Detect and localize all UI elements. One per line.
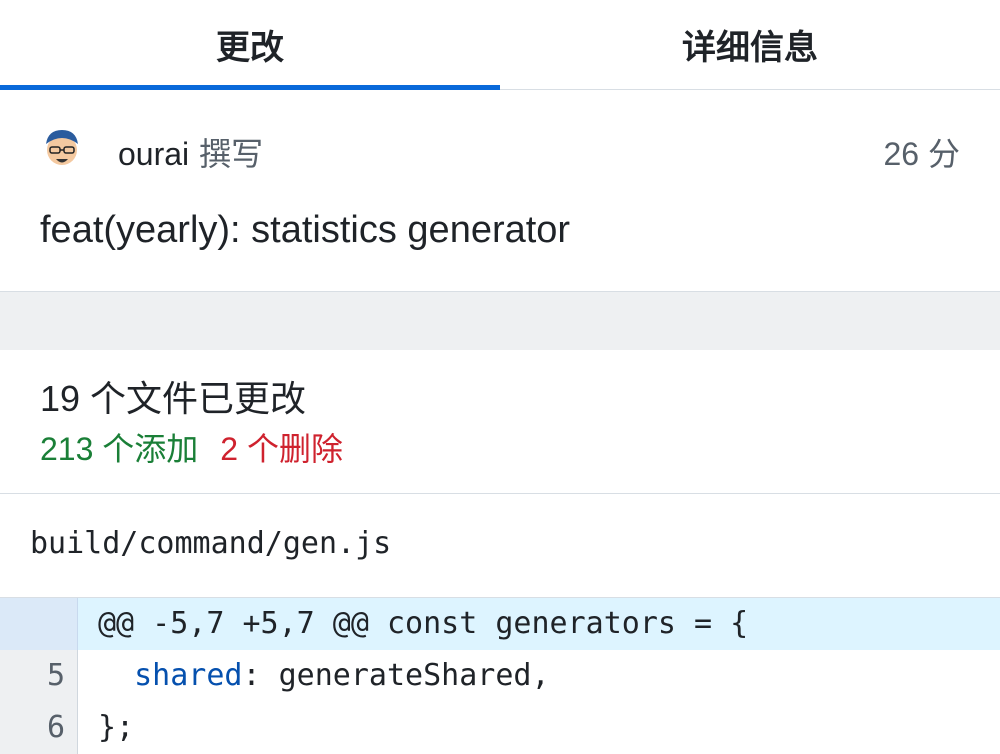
- line-code: shared: generateShared,: [78, 650, 1000, 702]
- commit-author-line: ourai 撰写: [118, 134, 263, 174]
- line-number-gutter: [0, 598, 78, 650]
- files-changed-count: 19 个文件已更改: [40, 378, 307, 419]
- line-number[interactable]: 6: [0, 702, 78, 754]
- code-key: shared: [134, 658, 243, 693]
- deletions-count: 2 个删除: [220, 431, 343, 467]
- hunk-header-text: @@ -5,7 +5,7 @@ const generators = {: [78, 598, 1000, 650]
- line-number[interactable]: 5: [0, 650, 78, 702]
- file-header[interactable]: build/command/gen.js: [0, 494, 1000, 598]
- commit-time: 26 分: [883, 136, 961, 172]
- code-text: };: [98, 710, 135, 745]
- commit-header: ourai 撰写 26 分 feat(yearly): statistics ge…: [0, 90, 1000, 292]
- file-path[interactable]: build/command/gen.js: [30, 524, 391, 564]
- commit-author[interactable]: ourai: [118, 136, 189, 172]
- changes-summary: 19 个文件已更改 213 个添加 2 个删除: [0, 350, 1000, 494]
- tab-changes[interactable]: 更改: [0, 0, 500, 90]
- section-divider: [0, 292, 1000, 350]
- diff-hunk-header: @@ -5,7 +5,7 @@ const generators = {: [0, 598, 1000, 650]
- code-text: : generateShared,: [242, 658, 550, 693]
- diff-line: 6 };: [0, 702, 1000, 754]
- additions-count: 213 个添加: [40, 431, 199, 467]
- tab-bar: 更改 详细信息: [0, 0, 1000, 90]
- diff-stats: 213 个添加 2 个删除: [40, 428, 343, 470]
- diff-view: @@ -5,7 +5,7 @@ const generators = { 5 s…: [0, 598, 1000, 754]
- diff-line: 5 shared: generateShared,: [0, 650, 1000, 702]
- commit-message: feat(yearly): statistics generator: [40, 209, 571, 251]
- line-code: };: [78, 702, 1000, 754]
- commit-author-verb: 撰写: [199, 136, 264, 172]
- tab-details[interactable]: 详细信息: [500, 0, 1000, 90]
- user-avatar-icon[interactable]: [40, 126, 84, 170]
